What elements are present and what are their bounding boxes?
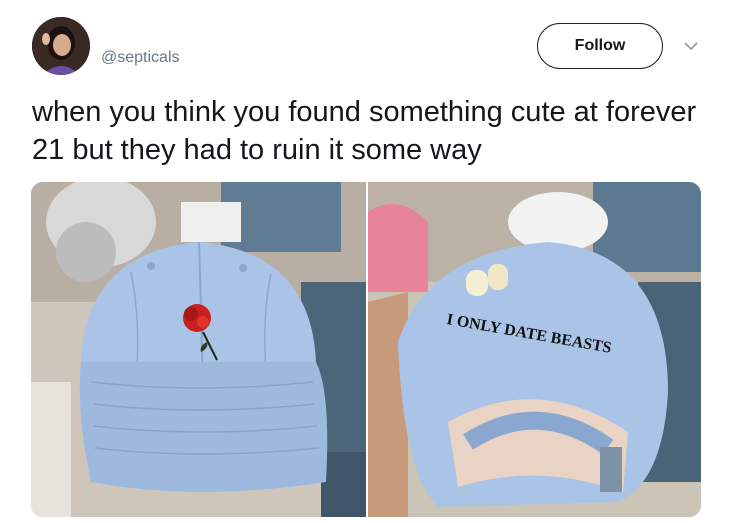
avatar-photo [32,17,90,75]
follow-button[interactable]: Follow [537,23,663,69]
chevron-down-icon[interactable] [681,36,701,56]
tweet-card: @septicals Follow when you think you fou… [0,0,730,523]
user-handle[interactable]: @septicals [101,48,180,68]
photo-cap-back[interactable]: I ONLY DATE BEASTS [368,182,701,517]
user-avatar[interactable] [32,17,90,75]
photo-cap-front[interactable] [31,182,366,517]
tweet-text: when you think you found something cute … [32,96,697,166]
